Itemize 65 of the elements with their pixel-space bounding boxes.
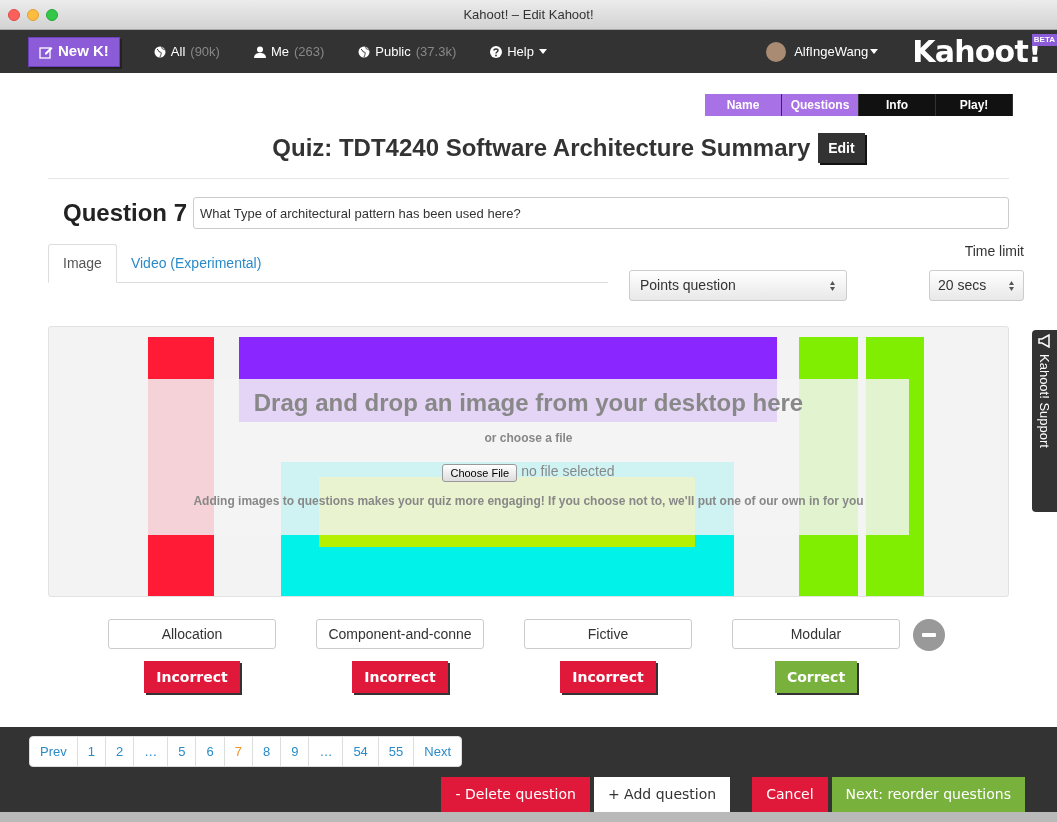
minimize-window-icon[interactable] [27, 8, 39, 21]
select-arrows-icon [1008, 279, 1015, 292]
page-link[interactable]: Prev [30, 737, 77, 766]
zoom-window-icon[interactable] [46, 8, 58, 21]
dropzone-heading: Drag and drop an image from your desktop here [253, 388, 804, 418]
nav-link[interactable]: Public (37.3k) [358, 41, 457, 62]
step-tab[interactable]: Play! [936, 94, 1013, 116]
select-arrows-icon [829, 279, 836, 292]
avatar-placeholder [766, 41, 787, 62]
page-link[interactable]: 55 [377, 737, 414, 766]
question-field[interactable]: What Type of architectural pattern has been used here? [193, 197, 1009, 229]
person-icon [253, 45, 266, 58]
choose-file-button[interactable]: Choose File [442, 464, 518, 482]
quiz-title: Quiz: TDT4240 Software Architecture Summary [272, 133, 811, 163]
page-link[interactable]: 8 [251, 737, 281, 766]
dropzone-hint: Adding images to questions makes your quiz more engaging! If you choose not to, we'll put one of our own in for you [193, 493, 864, 510]
page-link[interactable]: 9 [280, 737, 309, 766]
close-window-icon[interactable] [8, 8, 20, 21]
nav-link[interactable]: Me (263) [253, 41, 325, 62]
time-limit-label: Time limit [964, 242, 1024, 261]
media-tab[interactable]: Image [48, 244, 117, 283]
globe-icon [153, 45, 166, 58]
user-menu[interactable]: AlfIngeWang [794, 41, 879, 62]
correct-toggle-button[interactable]: Incorrect [560, 661, 656, 693]
page-link[interactable]: 5 [167, 737, 196, 766]
nav-link[interactable]: All (90k) [153, 41, 220, 62]
correct-toggle-button[interactable]: Incorrect [352, 661, 448, 693]
remove-answer-icon[interactable] [913, 619, 945, 651]
step-tab[interactable]: Name [705, 94, 782, 116]
action-button[interactable]: Next: reorder questions [831, 777, 1025, 812]
media-tab[interactable]: Video (Experimental) [116, 244, 276, 283]
file-status: no file selected [521, 462, 615, 481]
action-button[interactable]: Cancel [752, 777, 828, 812]
megaphone-icon [1036, 334, 1053, 348]
answer-field[interactable]: Fictive [524, 619, 692, 649]
page-link[interactable]: Next [413, 737, 462, 766]
new-kahoot-button[interactable]: New K! [28, 36, 120, 67]
time-limit-select[interactable]: 20 secs [929, 270, 1024, 301]
dropzone-subheading: or choose a file [484, 430, 573, 447]
image-dropzone[interactable] [48, 326, 1009, 597]
caret-icon [870, 49, 879, 54]
page-link[interactable]: 1 [76, 737, 105, 766]
action-button[interactable]: + Add question [593, 777, 731, 812]
page-link[interactable]: 2 [104, 737, 134, 766]
globe-icon [358, 45, 371, 58]
action-button[interactable]: - Delete question [441, 777, 590, 812]
nav-link[interactable]: Help [490, 41, 547, 62]
help-icon [490, 45, 503, 58]
page-link[interactable]: 54 [342, 737, 378, 766]
window-title: Kahoot! – Edit Kahoot! [463, 5, 594, 24]
question-label: Question 7 [63, 198, 188, 228]
page-link[interactable]: … [133, 737, 168, 766]
answer-field[interactable]: Component-and-conne [316, 619, 484, 649]
question-type-select[interactable]: Points question [629, 270, 847, 301]
answer-field[interactable]: Allocation [108, 619, 276, 649]
correct-toggle-button[interactable]: Correct [774, 661, 858, 693]
edit-button[interactable]: Edit [818, 133, 865, 163]
correct-toggle-button[interactable]: Incorrect [144, 661, 240, 693]
page-link[interactable]: … [308, 737, 343, 766]
support-tab[interactable]: Kahoot! Support [1032, 330, 1057, 512]
answer-field[interactable]: Modular [732, 619, 900, 649]
page-link[interactable]: 6 [195, 737, 224, 766]
step-tab[interactable]: Info [859, 94, 936, 116]
edit-icon [39, 44, 53, 59]
step-tab[interactable]: Questions [782, 94, 859, 116]
